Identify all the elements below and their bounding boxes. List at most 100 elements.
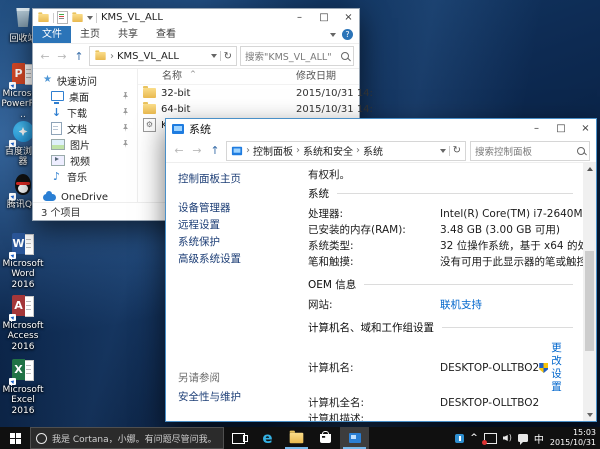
file-list-header[interactable]: ^ 名称 修改日期 bbox=[138, 69, 359, 85]
new-folder-icon[interactable] bbox=[72, 14, 82, 22]
search-placeholder: 搜索控制面板 bbox=[475, 144, 577, 158]
customize-quick-access-chevron-icon[interactable] bbox=[87, 16, 93, 20]
see-also-label: 另请参阅 bbox=[178, 370, 220, 385]
tab-share[interactable]: 共享 bbox=[109, 26, 147, 43]
section-heading-computer-name: 计算机名、域和工作组设置 bbox=[308, 320, 434, 335]
sidebar-item-label: 下载 bbox=[67, 105, 87, 120]
sidebar-item-system-protection[interactable]: 系统保护 bbox=[166, 234, 278, 251]
usb-safely-remove-icon[interactable] bbox=[455, 434, 464, 443]
column-date-modified[interactable]: 修改日期 bbox=[296, 69, 336, 84]
help-button[interactable]: ? bbox=[342, 29, 353, 40]
sidebar-item-music[interactable]: ♪ 音乐 bbox=[33, 168, 137, 184]
sidebar-item-videos[interactable]: 视频 bbox=[33, 152, 137, 168]
address-bar[interactable]: › 控制面板 › 系统和安全 › 系统 ↻ bbox=[226, 141, 466, 161]
control-panel-sidebar: 控制面板主页 设备管理器 远程设置 系统保护 高级系统设置 另请参阅 安全性与维… bbox=[166, 163, 278, 421]
sidebar-item-control-panel-home[interactable]: 控制面板主页 bbox=[166, 171, 278, 186]
address-bar[interactable]: › KMS_VL_ALL ↻ bbox=[89, 46, 237, 66]
maximize-button[interactable]: □ bbox=[314, 10, 335, 26]
tab-file[interactable]: 文件 bbox=[33, 26, 71, 43]
scroll-up-arrow-icon[interactable] bbox=[583, 163, 596, 175]
back-button[interactable]: ← bbox=[38, 50, 52, 63]
onedrive-cloud-icon bbox=[43, 194, 56, 201]
sidebar-item-downloads[interactable]: ↓ 下载 bbox=[33, 104, 137, 120]
desktop-icon-access[interactable]: A Microsoft Access 2016 bbox=[1, 294, 45, 352]
start-button[interactable] bbox=[0, 427, 30, 449]
minimize-button[interactable]: – bbox=[289, 10, 310, 26]
back-button[interactable]: ← bbox=[172, 144, 186, 157]
control-panel-search-box[interactable]: 搜索控制面板 bbox=[470, 141, 590, 161]
sidebar-item-documents[interactable]: 文档 bbox=[33, 120, 137, 136]
vertical-scrollbar[interactable] bbox=[583, 163, 596, 421]
cortana-search-box[interactable]: 我是 Cortana，小娜。有问题尽管问我。 bbox=[30, 427, 224, 449]
scrollbar-thumb[interactable] bbox=[585, 251, 594, 351]
maximize-button[interactable]: □ bbox=[551, 121, 572, 137]
close-button[interactable]: × bbox=[338, 10, 359, 26]
store-taskbar-button[interactable] bbox=[311, 427, 340, 449]
online-support-link[interactable]: 联机支持 bbox=[440, 299, 482, 312]
show-hidden-icons-chevron[interactable]: ^ bbox=[470, 434, 478, 443]
pictures-icon bbox=[51, 139, 65, 150]
clock-time: 15:03 bbox=[550, 428, 596, 438]
sidebar-item-advanced-settings[interactable]: 高级系统设置 bbox=[166, 251, 278, 268]
expand-ribbon-chevron-icon[interactable] bbox=[330, 33, 336, 37]
separator bbox=[96, 13, 97, 23]
properties-icon[interactable] bbox=[57, 11, 68, 24]
sidebar-item-pictures[interactable]: 图片 bbox=[33, 136, 137, 152]
tab-home[interactable]: 主页 bbox=[71, 26, 109, 43]
clock-date: 2015/10/31 bbox=[550, 438, 596, 448]
task-view-button[interactable] bbox=[224, 427, 253, 449]
sidebar-item-remote-settings[interactable]: 远程设置 bbox=[166, 217, 278, 234]
desktop-icon-excel[interactable]: X Microsoft Excel 2016 bbox=[1, 358, 45, 416]
file-explorer-taskbar-button[interactable] bbox=[282, 427, 311, 449]
forward-button[interactable]: → bbox=[190, 144, 204, 157]
row-pen-touch: 笔和触摸: 没有可用于此显示器的笔或触控输入 bbox=[308, 256, 573, 269]
up-button[interactable]: ↑ bbox=[72, 50, 86, 63]
pin-icon bbox=[122, 92, 129, 100]
search-icon bbox=[341, 52, 349, 60]
explorer-titlebar[interactable]: KMS_VL_ALL – □ × bbox=[33, 9, 359, 26]
windows-logo-icon bbox=[10, 433, 21, 444]
cortana-placeholder: 我是 Cortana，小娜。有问题尽管问我。 bbox=[52, 432, 217, 445]
tab-view[interactable]: 查看 bbox=[147, 26, 185, 43]
sidebar-item-label: 文档 bbox=[67, 121, 87, 136]
desktop-icon-word[interactable]: W Microsoft Word 2016 bbox=[1, 232, 45, 290]
system-window-taskbar-button[interactable] bbox=[340, 427, 369, 449]
taskbar-clock[interactable]: 15:03 2015/10/31 bbox=[550, 428, 596, 448]
row-computer-name: 计算机名: DESKTOP-OLLTBO2 更改设置 bbox=[308, 342, 573, 394]
shortcut-arrow-icon bbox=[9, 140, 16, 147]
file-row-64bit[interactable]: 64-bit 2015/10/31 14: bbox=[138, 101, 359, 117]
document-icon bbox=[51, 122, 62, 135]
system-titlebar[interactable]: 系统 – □ × bbox=[166, 119, 596, 139]
sidebar-item-desktop[interactable]: 桌面 bbox=[33, 88, 137, 104]
ribbon-tabs: 文件 主页 共享 查看 ? bbox=[33, 26, 359, 44]
file-row-32bit[interactable]: 32-bit 2015/10/31 14: bbox=[138, 85, 359, 101]
address-dropdown-chevron-icon[interactable] bbox=[440, 149, 446, 153]
explorer-search-box[interactable]: 搜索"KMS_VL_ALL" bbox=[240, 46, 354, 66]
scroll-down-arrow-icon[interactable] bbox=[583, 409, 596, 421]
refresh-button[interactable]: ↻ bbox=[453, 145, 461, 156]
column-name[interactable]: 名称 bbox=[162, 69, 182, 84]
minimize-button[interactable]: – bbox=[526, 121, 547, 137]
sidebar-item-quick-access[interactable]: ★ 快速访问 bbox=[33, 72, 137, 88]
action-center-icon[interactable] bbox=[518, 434, 528, 442]
change-settings-link[interactable]: 更改设置 bbox=[551, 342, 571, 394]
breadcrumb-system-security[interactable]: 系统和安全 bbox=[303, 143, 353, 158]
edge-taskbar-button[interactable]: e bbox=[253, 427, 282, 449]
sidebar-item-label: 图片 bbox=[70, 137, 90, 152]
system-navigation-bar: ← → ↑ › 控制面板 › 系统和安全 › 系统 ↻ 搜索控制面板 bbox=[166, 139, 596, 163]
window-title: KMS_VL_ALL bbox=[101, 12, 289, 23]
close-button[interactable]: × bbox=[575, 121, 596, 137]
pin-icon bbox=[122, 124, 129, 132]
forward-button[interactable]: → bbox=[55, 50, 69, 63]
breadcrumb-system[interactable]: 系统 bbox=[363, 143, 383, 158]
sidebar-item-device-manager[interactable]: 设备管理器 bbox=[166, 200, 278, 217]
refresh-button[interactable]: ↻ bbox=[224, 51, 232, 62]
breadcrumb-control-panel[interactable]: 控制面板 bbox=[253, 143, 293, 158]
network-status-icon[interactable] bbox=[484, 433, 497, 444]
up-button[interactable]: ↑ bbox=[208, 144, 222, 157]
ime-indicator[interactable]: 中 bbox=[534, 431, 544, 446]
address-dropdown-chevron-icon[interactable] bbox=[211, 54, 217, 58]
sidebar-item-onedrive[interactable]: OneDrive bbox=[33, 189, 137, 202]
volume-icon[interactable]: ) bbox=[503, 434, 512, 442]
sidebar-item-security-maintenance[interactable]: 安全性与维护 bbox=[178, 389, 241, 404]
